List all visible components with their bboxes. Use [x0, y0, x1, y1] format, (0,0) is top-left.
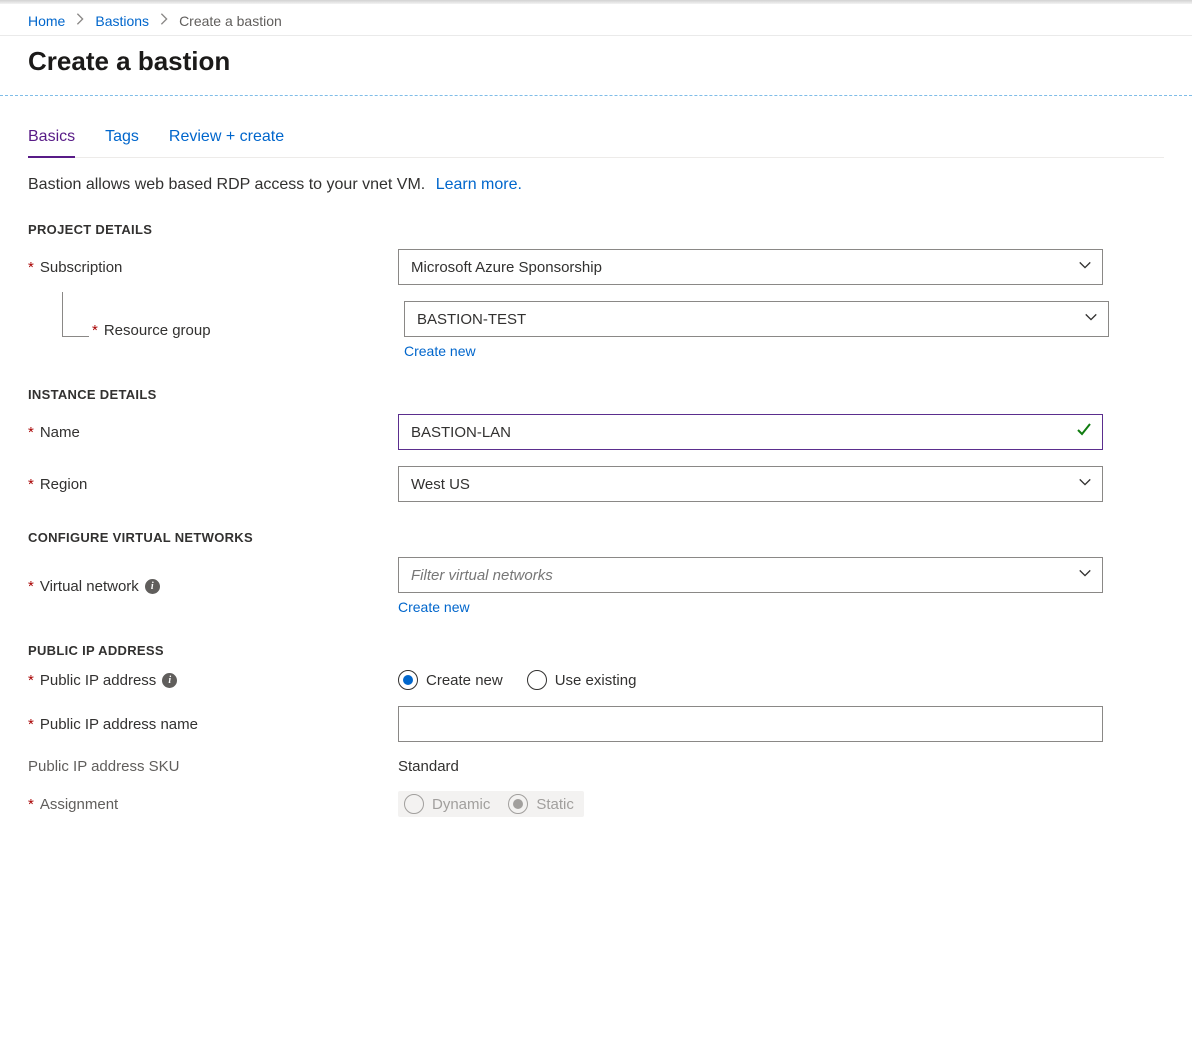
label-region: Region: [40, 476, 88, 493]
label-resource-group: Resource group: [104, 322, 211, 339]
radio-pip-create-new[interactable]: Create new: [398, 670, 503, 690]
info-icon[interactable]: i: [145, 579, 160, 594]
vnet-placeholder: Filter virtual networks: [411, 567, 553, 584]
required-indicator: *: [28, 578, 34, 595]
breadcrumb-current: Create a bastion: [179, 13, 282, 29]
subscription-select[interactable]: Microsoft Azure Sponsorship: [398, 249, 1103, 285]
public-ip-radio-group: Create new Use existing: [398, 670, 1103, 690]
virtual-network-select[interactable]: Filter virtual networks: [398, 557, 1103, 593]
radio-label: Use existing: [555, 672, 637, 689]
radio-bullet-icon: [404, 794, 424, 814]
create-new-rg-link[interactable]: Create new: [404, 343, 476, 359]
radio-assignment-static: Static: [508, 794, 574, 814]
region-value: West US: [411, 476, 470, 493]
label-name: Name: [40, 424, 80, 441]
subscription-value: Microsoft Azure Sponsorship: [411, 259, 602, 276]
section-instance-details: INSTANCE DETAILS: [28, 387, 1164, 402]
page-title: Create a bastion: [28, 46, 1164, 77]
learn-more-link[interactable]: Learn more.: [436, 176, 522, 193]
breadcrumb-home[interactable]: Home: [28, 13, 65, 29]
pip-name-input[interactable]: [398, 706, 1103, 742]
label-pip-name: Public IP address name: [40, 716, 198, 733]
required-indicator: *: [92, 322, 98, 339]
radio-label: Dynamic: [432, 796, 490, 813]
required-indicator: *: [28, 716, 34, 733]
info-icon[interactable]: i: [162, 673, 177, 688]
radio-bullet-icon: [398, 670, 418, 690]
required-indicator: *: [28, 424, 34, 441]
chevron-down-icon: [1078, 566, 1092, 584]
region-select[interactable]: West US: [398, 466, 1103, 502]
create-new-vnet-link[interactable]: Create new: [398, 599, 470, 615]
check-icon: [1076, 422, 1092, 442]
chevron-right-icon: [157, 12, 171, 29]
tab-basics[interactable]: Basics: [28, 126, 75, 158]
tab-tags[interactable]: Tags: [105, 126, 139, 157]
section-configure-vnet: CONFIGURE VIRTUAL NETWORKS: [28, 530, 1164, 545]
resource-group-select[interactable]: BASTION-TEST: [404, 301, 1109, 337]
name-input[interactable]: BASTION-LAN: [398, 414, 1103, 450]
intro-text: Bastion allows web based RDP access to y…: [28, 176, 1164, 194]
chevron-down-icon: [1084, 310, 1098, 328]
label-virtual-network: Virtual network: [40, 578, 139, 595]
label-subscription: Subscription: [40, 259, 123, 276]
label-assignment: Assignment: [40, 796, 118, 813]
radio-pip-use-existing[interactable]: Use existing: [527, 670, 637, 690]
pip-sku-value: Standard: [398, 758, 459, 775]
tabs: Basics Tags Review + create: [28, 126, 1164, 158]
section-project-details: PROJECT DETAILS: [28, 222, 1164, 237]
intro-text-body: Bastion allows web based RDP access to y…: [28, 176, 425, 193]
radio-label: Create new: [426, 672, 503, 689]
assignment-radio-group: Dynamic Static: [398, 791, 584, 817]
chevron-right-icon: [73, 12, 87, 29]
radio-label: Static: [536, 796, 574, 813]
required-indicator: *: [28, 796, 34, 813]
chevron-down-icon: [1078, 475, 1092, 493]
required-indicator: *: [28, 672, 34, 689]
radio-bullet-icon: [508, 794, 528, 814]
resource-group-value: BASTION-TEST: [417, 311, 526, 328]
radio-assignment-dynamic: Dynamic: [404, 794, 490, 814]
section-public-ip: PUBLIC IP ADDRESS: [28, 643, 1164, 658]
required-indicator: *: [28, 476, 34, 493]
chevron-down-icon: [1078, 258, 1092, 276]
label-pip-sku: Public IP address SKU: [28, 758, 179, 775]
tab-review-create[interactable]: Review + create: [169, 126, 284, 157]
breadcrumb: Home Bastions Create a bastion: [0, 4, 1192, 36]
name-value: BASTION-LAN: [411, 424, 511, 441]
breadcrumb-bastions[interactable]: Bastions: [95, 13, 149, 29]
label-public-ip: Public IP address: [40, 672, 156, 689]
radio-bullet-icon: [527, 670, 547, 690]
required-indicator: *: [28, 259, 34, 276]
